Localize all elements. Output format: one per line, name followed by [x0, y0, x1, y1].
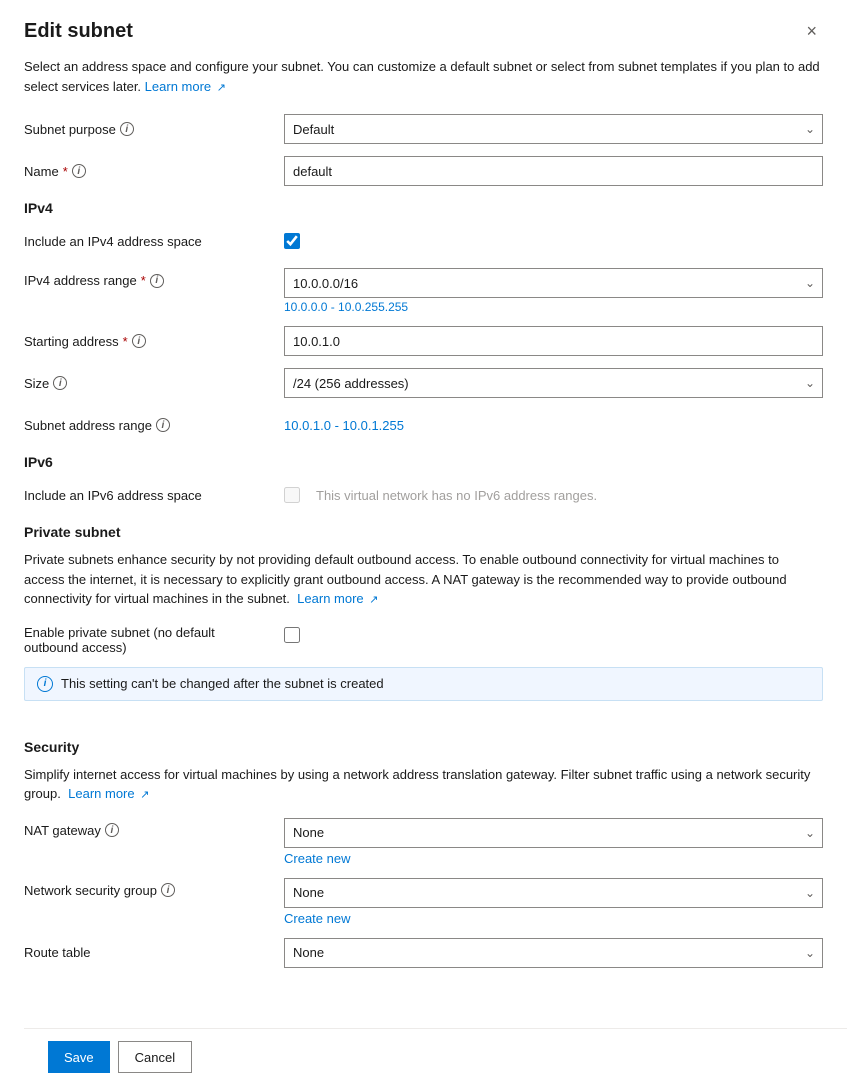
nat-gateway-info-icon[interactable]: i: [105, 823, 119, 837]
private-subnet-info-icon: i: [37, 676, 53, 692]
enable-private-subnet-row: Enable private subnet (no default outbou…: [24, 623, 823, 655]
panel-title: Edit subnet: [24, 20, 133, 43]
include-ipv4-row: Include an IPv4 address space: [24, 226, 823, 256]
ipv4-address-range-select[interactable]: 10.0.0.0/16: [284, 268, 823, 298]
network-security-group-label: Network security group i: [24, 878, 284, 898]
ipv4-section-title: IPv4: [24, 200, 823, 216]
private-subnet-section-title: Private subnet: [24, 524, 823, 540]
subnet-purpose-select-wrapper: Default ⌄: [284, 114, 823, 144]
name-info-icon[interactable]: i: [72, 164, 86, 178]
subnet-purpose-select[interactable]: Default: [284, 114, 823, 144]
network-security-group-create-new-link[interactable]: Create new: [284, 911, 823, 926]
include-ipv4-checkbox[interactable]: [284, 233, 300, 249]
private-subnet-learn-more-link[interactable]: Learn more ↗: [294, 591, 379, 606]
private-subnet-info-text: This setting can't be changed after the …: [61, 676, 384, 691]
subnet-address-range-row: Subnet address range i 10.0.1.0 - 10.0.1…: [24, 410, 823, 440]
save-button[interactable]: Save: [48, 1041, 110, 1073]
cancel-button[interactable]: Cancel: [118, 1041, 192, 1073]
subnet-address-range-label: Subnet address range i: [24, 418, 284, 433]
include-ipv4-checkbox-wrapper: [284, 233, 823, 249]
security-section-title: Security: [24, 739, 823, 755]
starting-address-label: Starting address * i: [24, 334, 284, 349]
starting-address-input[interactable]: [284, 326, 823, 356]
route-table-row: Route table None ⌄: [24, 938, 823, 968]
ipv4-address-range-select-wrapper: 10.0.0.0/16 ⌄: [284, 268, 823, 298]
network-security-group-info-icon[interactable]: i: [161, 883, 175, 897]
include-ipv6-label: Include an IPv6 address space: [24, 488, 284, 503]
nat-gateway-control: None ⌄ Create new: [284, 818, 823, 866]
size-select[interactable]: /24 (256 addresses): [284, 368, 823, 398]
size-row: Size i /24 (256 addresses) ⌄: [24, 368, 823, 398]
name-row: Name * i: [24, 156, 823, 186]
route-table-label: Route table: [24, 945, 284, 960]
subnet-purpose-info-icon[interactable]: i: [120, 122, 134, 136]
size-label: Size i: [24, 376, 284, 391]
include-ipv6-control: This virtual network has no IPv6 address…: [284, 487, 823, 503]
name-label: Name * i: [24, 164, 284, 179]
external-link-icon: ↗: [217, 80, 226, 97]
ipv4-address-range-required: *: [141, 273, 146, 288]
starting-address-info-icon[interactable]: i: [132, 334, 146, 348]
include-ipv6-row: Include an IPv6 address space This virtu…: [24, 480, 823, 510]
network-security-group-control: None ⌄ Create new: [284, 878, 823, 926]
security-learn-more-link[interactable]: Learn more ↗: [65, 786, 150, 801]
nat-gateway-select-wrapper: None ⌄: [284, 818, 823, 848]
route-table-select-wrapper: None ⌄: [284, 938, 823, 968]
size-select-wrapper: /24 (256 addresses) ⌄: [284, 368, 823, 398]
nat-gateway-create-new-link[interactable]: Create new: [284, 851, 823, 866]
name-input[interactable]: [284, 156, 823, 186]
private-subnet-description: Private subnets enhance security by not …: [24, 550, 823, 609]
network-security-group-row: Network security group i None ⌄ Create n…: [24, 878, 823, 926]
ipv6-section-title: IPv6: [24, 454, 823, 470]
panel-description: Select an address space and configure yo…: [24, 57, 823, 96]
footer: Save Cancel: [24, 1028, 847, 1085]
include-ipv4-control: [284, 233, 823, 249]
ipv4-address-range-hint: 10.0.0.0 - 10.0.255.255: [284, 300, 823, 314]
ipv4-address-range-control: 10.0.0.0/16 ⌄ 10.0.0.0 - 10.0.255.255: [284, 268, 823, 314]
private-subnet-external-link-icon: ↗: [369, 592, 378, 609]
enable-private-subnet-label: Enable private subnet (no default outbou…: [24, 623, 284, 655]
size-control: /24 (256 addresses) ⌄: [284, 368, 823, 398]
name-control: [284, 156, 823, 186]
subnet-address-range-info-icon[interactable]: i: [156, 418, 170, 432]
route-table-control: None ⌄: [284, 938, 823, 968]
nat-gateway-label: NAT gateway i: [24, 818, 284, 838]
include-ipv4-label: Include an IPv4 address space: [24, 234, 284, 249]
include-ipv6-checkbox[interactable]: [284, 487, 300, 503]
starting-address-control: [284, 326, 823, 356]
nat-gateway-row: NAT gateway i None ⌄ Create new: [24, 818, 823, 866]
subnet-address-range-value: 10.0.1.0 - 10.0.1.255: [284, 418, 823, 433]
ipv4-address-range-row: IPv4 address range * i 10.0.0.0/16 ⌄ 10.…: [24, 268, 823, 314]
security-description: Simplify internet access for virtual mac…: [24, 765, 823, 804]
size-info-icon[interactable]: i: [53, 376, 67, 390]
starting-address-row: Starting address * i: [24, 326, 823, 356]
ipv4-address-range-label: IPv4 address range * i: [24, 268, 284, 288]
ipv6-disabled-text: This virtual network has no IPv6 address…: [316, 488, 597, 503]
network-security-group-select-wrapper: None ⌄: [284, 878, 823, 908]
name-required-indicator: *: [63, 164, 68, 179]
ipv4-address-range-info-icon[interactable]: i: [150, 274, 164, 288]
close-button[interactable]: ×: [800, 20, 823, 42]
network-security-group-select[interactable]: None: [284, 878, 823, 908]
subnet-purpose-control: Default ⌄: [284, 114, 823, 144]
subnet-purpose-row: Subnet purpose i Default ⌄: [24, 114, 823, 144]
enable-private-subnet-checkbox[interactable]: [284, 627, 300, 643]
security-external-link-icon: ↗: [140, 787, 149, 804]
route-table-select[interactable]: None: [284, 938, 823, 968]
description-learn-more-link[interactable]: Learn more ↗: [145, 79, 226, 94]
starting-address-required: *: [123, 334, 128, 349]
enable-private-subnet-control: [284, 623, 823, 643]
subnet-purpose-label: Subnet purpose i: [24, 122, 284, 137]
private-subnet-info-box: i This setting can't be changed after th…: [24, 667, 823, 701]
nat-gateway-select[interactable]: None: [284, 818, 823, 848]
